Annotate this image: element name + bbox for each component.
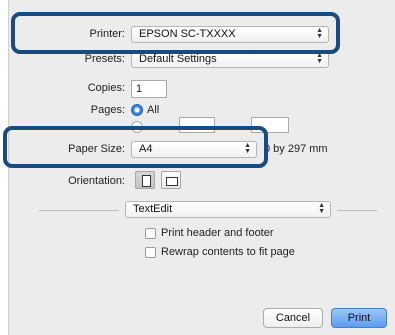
separator-right — [337, 210, 377, 211]
portrait-icon — [142, 175, 151, 187]
separator-left — [39, 210, 119, 211]
orientation-portrait-button[interactable] — [135, 171, 155, 189]
rewrap-contents-label: Rewrap contents to fit page — [161, 246, 295, 258]
printer-highlight — [11, 12, 340, 54]
pages-all-radio[interactable] — [131, 104, 143, 116]
chevron-updown-icon: ▲ ▼ — [316, 52, 323, 65]
app-options-value: TextEdit — [133, 203, 173, 215]
orientation-landscape-button[interactable] — [161, 171, 181, 189]
app-options-select[interactable]: TextEdit ▲ ▼ — [125, 201, 331, 218]
copies-field[interactable]: 1 — [131, 80, 167, 98]
pages-all-label: All — [147, 104, 160, 116]
rewrap-contents-checkbox[interactable] — [145, 247, 156, 258]
pages-label: Pages: — [90, 104, 125, 116]
presets-label: Presets: — [84, 53, 125, 65]
print-button[interactable]: Print — [331, 308, 387, 328]
copies-label: Copies: — [87, 82, 125, 94]
presets-value: Default Settings — [139, 53, 217, 65]
orientation-label: Orientation: — [68, 175, 125, 187]
chevron-updown-icon: ▲ ▼ — [318, 202, 325, 215]
paper-size-highlight — [3, 126, 268, 168]
print-header-footer-checkbox[interactable] — [145, 228, 156, 239]
paper-size-dimensions: 0 by 297 mm — [264, 143, 328, 155]
print-dialog: Printer: EPSON SC-TXXXX ▲ ▼ Presets: Defa… — [3, 0, 395, 335]
print-header-footer-label: Print header and footer — [161, 227, 274, 239]
cancel-button[interactable]: Cancel — [263, 308, 323, 328]
landscape-icon — [166, 177, 178, 186]
